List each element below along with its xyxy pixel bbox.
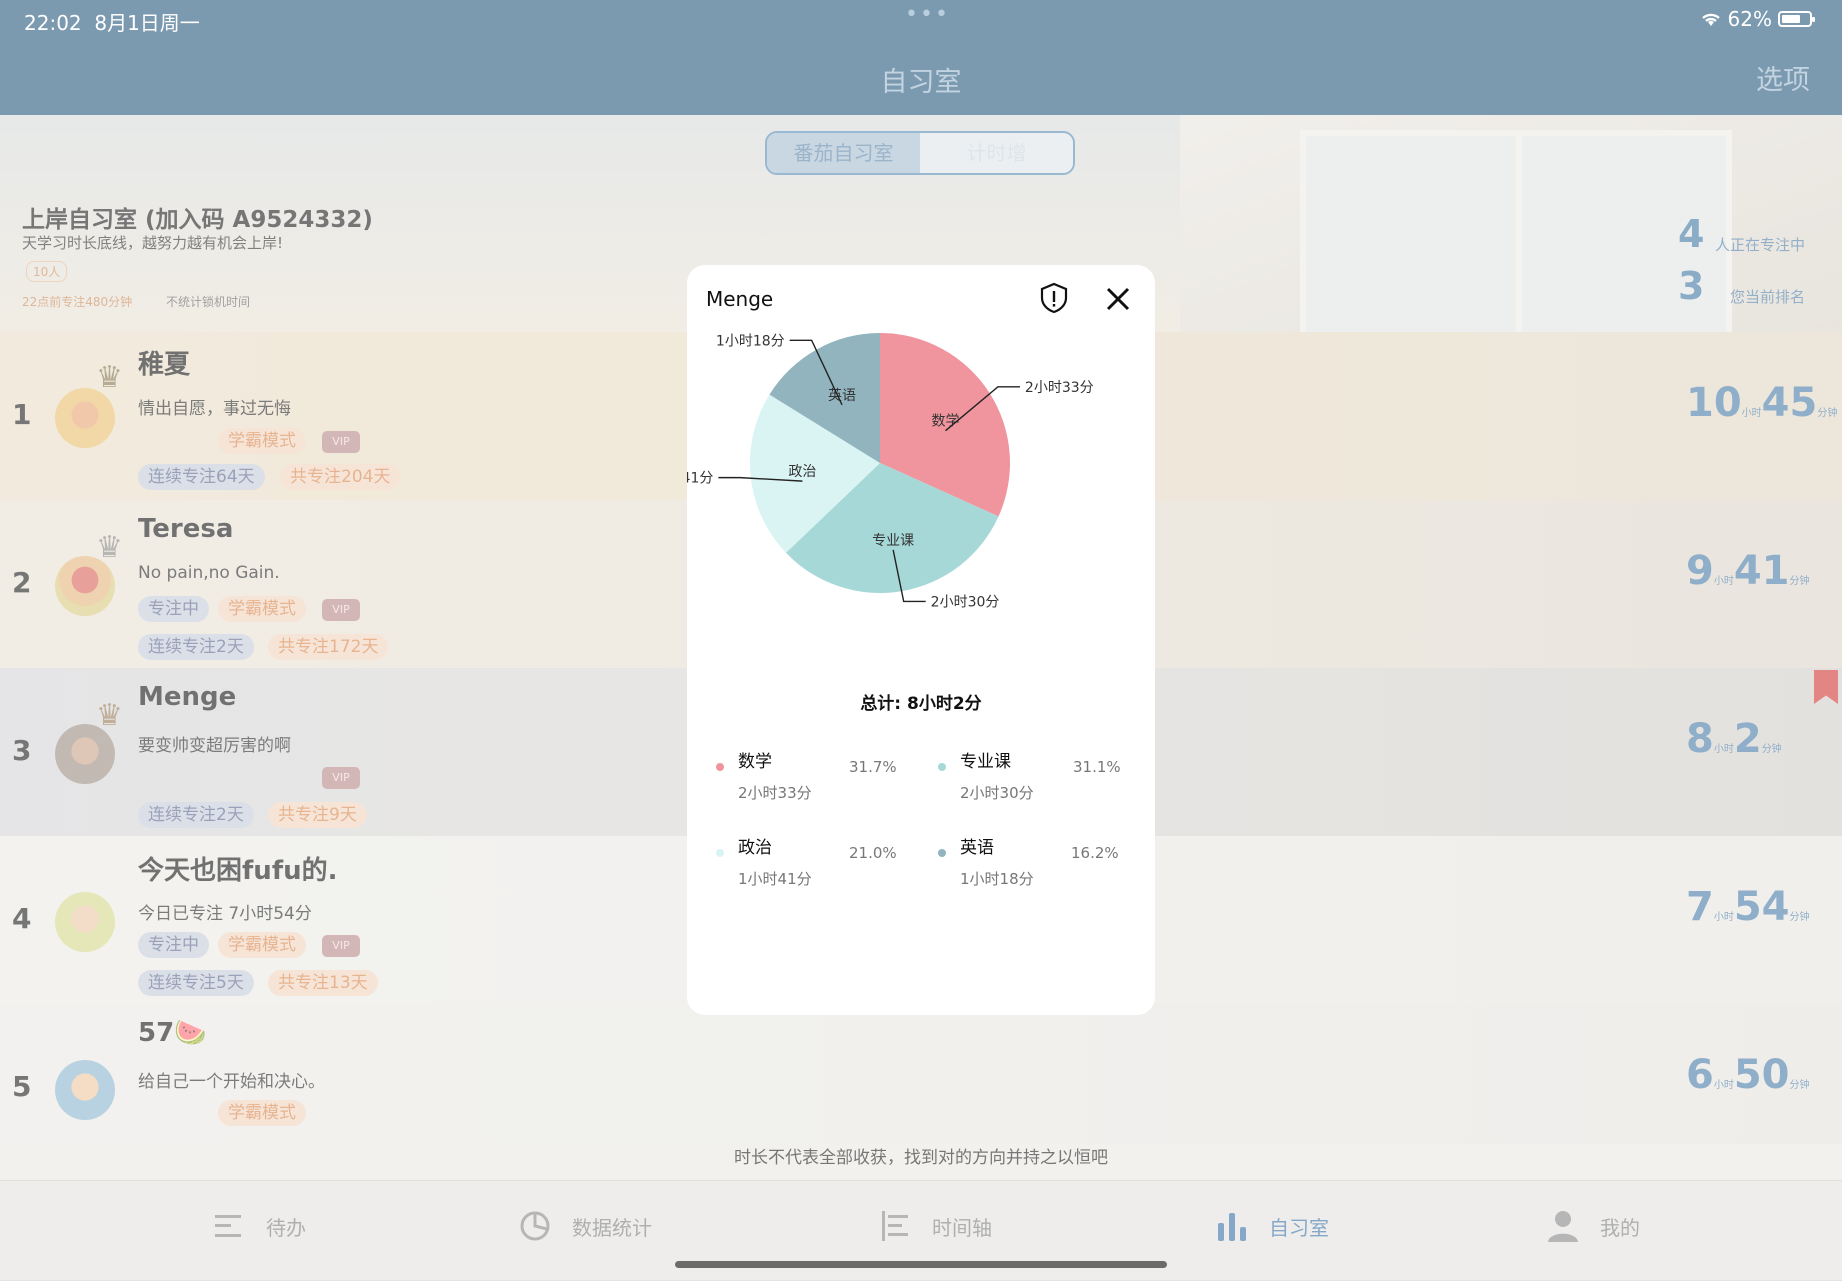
slice-value-label: 2小时33分 bbox=[1025, 380, 1094, 396]
legend-swatch bbox=[938, 849, 946, 857]
slice-value-label: 1小时18分 bbox=[716, 333, 785, 349]
close-icon[interactable] bbox=[1105, 286, 1131, 312]
slice-category-label: 政治 bbox=[788, 464, 816, 480]
legend-time: 1小时18分 bbox=[960, 870, 1034, 888]
legend-name: 专业课 bbox=[960, 752, 1011, 772]
report-shield-icon[interactable] bbox=[1039, 282, 1069, 314]
subject-pie-chart: 数学2小时33分专业课2小时30分政治1小时41分英语1小时18分 bbox=[687, 333, 1094, 610]
legend-name: 英语 bbox=[960, 838, 994, 858]
slice-value-label: 2小时30分 bbox=[931, 594, 1000, 610]
legend-percent: 16.2% bbox=[1071, 844, 1119, 862]
modal-title: Menge bbox=[706, 287, 774, 311]
slice-category-label: 英语 bbox=[828, 387, 856, 404]
legend-time: 2小时33分 bbox=[738, 784, 812, 802]
slice-value-label: 1小时41分 bbox=[687, 471, 713, 487]
legend-percent: 31.7% bbox=[849, 758, 897, 776]
user-stats-modal: Menge 数学2小时33分专业课2小时30分政治1小时41分英语1小时18分 … bbox=[687, 265, 1155, 1015]
slice-category-label: 专业课 bbox=[872, 533, 914, 549]
legend-time: 1小时41分 bbox=[738, 870, 812, 888]
total-duration: 总计: 8小时2分 bbox=[860, 694, 982, 714]
legend-swatch bbox=[716, 763, 724, 771]
legend-percent: 21.0% bbox=[849, 844, 897, 862]
legend-name: 数学 bbox=[738, 752, 772, 772]
legend-time: 2小时30分 bbox=[960, 784, 1034, 802]
legend-swatch bbox=[716, 849, 724, 857]
legend-percent: 31.1% bbox=[1073, 758, 1121, 776]
legend-name: 政治 bbox=[738, 838, 772, 858]
legend-swatch bbox=[938, 763, 946, 771]
